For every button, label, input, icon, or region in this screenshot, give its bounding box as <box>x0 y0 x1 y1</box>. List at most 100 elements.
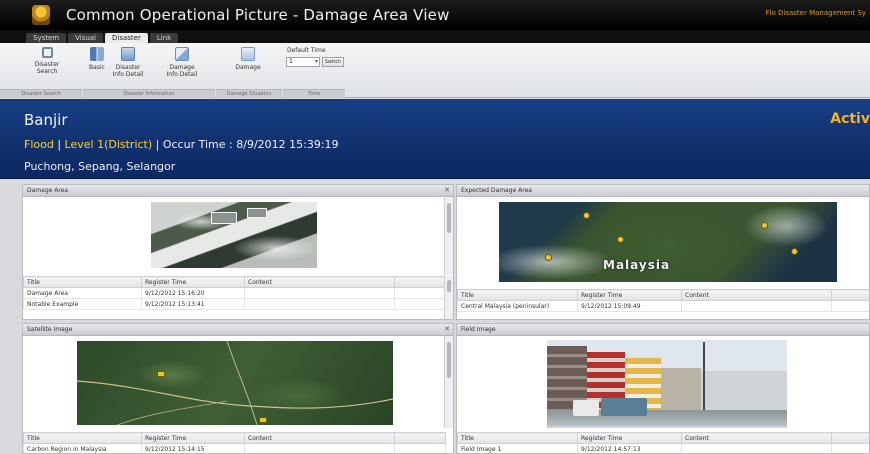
road-network-shape <box>77 341 393 425</box>
default-time-label: Default Time <box>287 47 326 54</box>
table-header-row: Title Register Time Content <box>23 432 446 444</box>
disaster-info-detail-button[interactable]: Disaster Info Detail <box>111 47 145 78</box>
damage-icon <box>241 47 255 61</box>
satellite-image[interactable] <box>77 341 393 425</box>
field-image-panel: Field Image Title Register Time Content … <box>456 323 870 454</box>
building-shape <box>661 368 701 416</box>
row-title: Damage Area <box>23 287 142 299</box>
column-register-time[interactable]: Register Time <box>577 432 682 444</box>
vehicle-shape <box>601 398 647 416</box>
table-header-row: Title Register Time Content <box>457 289 869 301</box>
table-row[interactable]: Damage Area 9/12/2012 15:16:20 <box>23 287 446 299</box>
column-title[interactable]: Title <box>23 432 142 444</box>
chart-icon <box>175 47 189 61</box>
column-register-time[interactable]: Register Time <box>141 432 245 444</box>
field-image-table: Title Register Time Content Field Image … <box>457 432 869 453</box>
title-bar: Common Operational Picture - Damage Area… <box>0 0 870 30</box>
row-time: 9/12/2012 15:14:15 <box>141 443 245 453</box>
column-register-time[interactable]: Register Time <box>141 276 245 288</box>
field-image-title: Field Image <box>461 326 496 333</box>
damage-label: Damage <box>235 64 261 71</box>
expected-damage-panel: Expected Damage Area Malaysia Title Regi… <box>456 184 870 320</box>
disaster-search-button[interactable]: Disaster Search <box>30 47 64 75</box>
column-title[interactable]: Title <box>23 276 142 288</box>
vehicle-shape <box>573 400 599 416</box>
damage-area-panel: Damage Area ✕ Title Register Time Conten… <box>22 184 454 320</box>
map-marker-icon <box>583 212 590 219</box>
close-icon[interactable]: ✕ <box>444 185 450 196</box>
satellite-image-table: Title Register Time Content Carbon Regio… <box>23 432 446 453</box>
column-content[interactable]: Content <box>244 432 395 444</box>
occur-time: 8/9/2012 15:39:19 <box>236 138 339 151</box>
image-scrollbar[interactable] <box>444 197 453 275</box>
image-scrollbar[interactable] <box>444 336 453 428</box>
basic-button[interactable]: Basic <box>86 47 108 71</box>
row-content <box>244 287 395 299</box>
map-marker-icon <box>761 222 768 229</box>
row-content <box>681 300 832 312</box>
satellite-image-header: Satellite Image ✕ <box>23 324 453 336</box>
disaster-title: Banjir <box>24 111 68 129</box>
row-content <box>244 298 395 310</box>
satellite-image-title: Satellite Image <box>27 326 73 333</box>
column-register-time[interactable]: Register Time <box>577 289 682 301</box>
table-row[interactable]: Notable Example 9/12/2012 15:13:41 <box>23 298 446 310</box>
damage-area-header: Damage Area ✕ <box>23 185 453 197</box>
switch-button[interactable]: Switch <box>322 57 344 67</box>
map-country-label: Malaysia <box>603 258 671 272</box>
row-content <box>681 443 832 453</box>
default-time-select[interactable]: 1 <box>286 57 320 67</box>
tab-system[interactable]: System <box>26 33 67 43</box>
disaster-location: Puchong, Sepang, Selangor <box>24 160 176 173</box>
damage-info-detail-label: Damage Info Detail <box>166 64 198 78</box>
expected-damage-table: Title Register Time Content Central Mala… <box>457 289 869 312</box>
tab-link[interactable]: Link <box>149 33 179 43</box>
basic-label: Basic <box>89 64 105 71</box>
map-marker-icon <box>157 371 165 377</box>
tab-disaster[interactable]: Disaster <box>105 33 148 43</box>
crest-logo-icon <box>32 5 50 25</box>
table-row[interactable]: Central Malaysia (peninsular) 9/12/2012 … <box>457 300 869 312</box>
building-shape <box>211 212 237 224</box>
table-row[interactable]: Carbon Region in Malaysia 9/12/2012 15:1… <box>23 443 446 453</box>
app-window: Common Operational Picture - Damage Area… <box>0 0 870 454</box>
menu-bar: System Visual Disaster Link <box>0 30 870 43</box>
row-title: Notable Example <box>23 298 142 310</box>
app-org-name: Flo Disaster Management Sy <box>765 9 866 17</box>
row-title: Carbon Region in Malaysia <box>23 443 142 453</box>
damage-area-table: Title Register Time Content Damage Area … <box>23 276 446 310</box>
disaster-level: Level 1(District) <box>64 138 153 151</box>
expected-damage-title: Expected Damage Area <box>461 187 532 194</box>
table-scrollbar[interactable] <box>444 276 453 319</box>
table-row[interactable]: Field Image 1 9/12/2012 14:57:13 <box>457 443 869 453</box>
disaster-search-label: Disaster Search <box>34 61 60 75</box>
ribbon-group-disaster-information: Disaster Information <box>83 89 215 98</box>
column-content[interactable]: Content <box>681 289 832 301</box>
row-content <box>244 443 395 453</box>
close-icon[interactable]: ✕ <box>444 324 450 335</box>
disaster-banner: Banjir Flood | Level 1(District) | Occur… <box>0 99 870 179</box>
ribbon-group-damage-situation: Damage Situation <box>216 89 282 98</box>
table-header-row: Title Register Time Content <box>23 276 446 288</box>
row-title: Field Image 1 <box>457 443 578 453</box>
damage-info-detail-button[interactable]: Damage Info Detail <box>164 47 200 78</box>
column-title[interactable]: Title <box>457 289 578 301</box>
map-marker-icon <box>617 236 624 243</box>
damage-button[interactable]: Damage <box>232 47 264 71</box>
tab-visual[interactable]: Visual <box>68 33 104 43</box>
disaster-info-detail-label: Disaster Info Detail <box>112 64 144 78</box>
grid-icon <box>90 47 104 61</box>
satellite-image-panel: Satellite Image ✕ Title Register Time Co… <box>22 323 454 454</box>
ribbon-group-time: Time <box>283 89 345 98</box>
column-content[interactable]: Content <box>244 276 395 288</box>
column-title[interactable]: Title <box>457 432 578 444</box>
ribbon-toolbar: Disaster Search Basic Disaster Info Deta… <box>0 43 870 98</box>
row-time: 9/12/2012 14:57:13 <box>577 443 682 453</box>
column-content[interactable]: Content <box>681 432 832 444</box>
row-time: 9/12/2012 15:09:49 <box>577 300 682 312</box>
damage-area-image[interactable] <box>151 202 317 268</box>
damage-area-title: Damage Area <box>27 187 69 194</box>
field-street-image[interactable] <box>547 340 787 428</box>
expected-damage-map-image[interactable]: Malaysia <box>499 202 837 282</box>
expected-damage-header: Expected Damage Area <box>457 185 869 197</box>
